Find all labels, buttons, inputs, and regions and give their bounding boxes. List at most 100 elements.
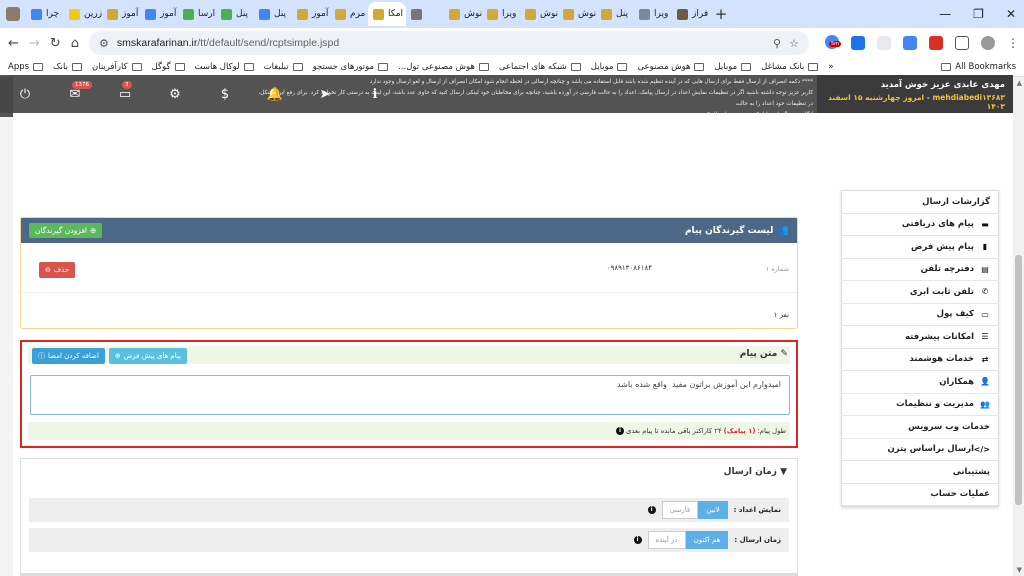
side-menu-item[interactable]: عملیات حساب	[842, 484, 998, 506]
puzzle-extensions-icon[interactable]	[954, 36, 969, 50]
browser-tab[interactable]: آموز	[102, 2, 140, 26]
more-bookmarks-icon[interactable]: «	[828, 62, 833, 72]
browser-tab[interactable]: پنل	[216, 2, 254, 26]
all-bookmarks-link[interactable]: All Bookmarks	[941, 62, 1016, 72]
new-tab-button[interactable]: +	[710, 5, 732, 23]
browser-tab[interactable]: ویرا	[482, 2, 520, 26]
bookmark-star-icon[interactable]: ☆	[789, 37, 799, 50]
side-menu-item[interactable]: ▮ پیام پیش فرض	[842, 236, 998, 259]
side-menu-item[interactable]: </> ارسال براساس پترن	[842, 439, 998, 461]
bookmark-item[interactable]: کارآفرینان	[92, 62, 142, 72]
browser-tab[interactable]: پنل	[254, 2, 292, 26]
extension-icon[interactable]	[928, 36, 943, 50]
bookmark-item[interactable]: گوگل	[152, 62, 185, 72]
close-window-icon[interactable]: ✕	[1006, 7, 1016, 21]
add-recipients-button[interactable]: ⊕ افزودن گیرندگان	[29, 223, 103, 238]
reload-icon[interactable]: ↻	[50, 36, 61, 51]
back-icon[interactable]: ←	[8, 36, 19, 51]
bookmark-item[interactable]: هوش مصنوعی	[637, 62, 705, 72]
message-textarea[interactable]	[30, 375, 790, 415]
profile-avatar-icon[interactable]	[980, 36, 995, 50]
side-menu-item[interactable]: ⇄ خدمات هوشمند	[842, 349, 998, 371]
side-menu-item[interactable]: ▬ پیام های دریافتی	[842, 214, 998, 236]
row-number: ۱ شماره	[765, 265, 789, 273]
settings-gear-icon[interactable]: ⚙	[150, 87, 200, 102]
extension-icon[interactable]	[850, 36, 865, 50]
side-menu-item[interactable]: 👥 مدیریت و تنظیمات	[842, 394, 998, 416]
cart-icon[interactable]: ▭ 3	[100, 80, 150, 102]
menu-kebab-icon[interactable]: ⋮	[1007, 36, 1019, 50]
minimize-icon[interactable]: —	[939, 7, 951, 21]
side-menu-label: کیف پول	[936, 309, 974, 320]
info-icon[interactable]: i	[633, 536, 642, 544]
browser-tab[interactable]: نوش	[520, 2, 558, 26]
browser-tab[interactable]: نوش	[558, 2, 596, 26]
bookmark-item[interactable]: بانک	[53, 62, 82, 72]
scrollbar-thumb[interactable]	[1015, 255, 1022, 505]
side-menu-item[interactable]: ☰ امکانات پیشرفته	[842, 326, 998, 349]
bookmark-item[interactable]: هوش مصنوعی تول...	[398, 62, 489, 72]
scroll-up-icon[interactable]: ▲	[1017, 79, 1022, 87]
bookmark-item[interactable]: لوکال هاست	[195, 62, 254, 72]
info-icon[interactable]: i	[647, 506, 656, 514]
side-menu-label: امکانات پیشرفته	[905, 331, 974, 342]
side-menu-item[interactable]: ▭ کیف پول	[842, 304, 998, 326]
toggle-option[interactable]: هم اکنون	[685, 531, 729, 549]
extension-5m-icon[interactable]: 5m	[824, 34, 842, 52]
side-menu-item[interactable]: خدمات وب سرویس	[842, 416, 998, 439]
address-bar[interactable]: ⚙ smskarafarinan.ir/tt/default/send/rcpt…	[88, 31, 809, 55]
toggle-option[interactable]: در آینده	[647, 531, 686, 549]
send-time-toggle: در آینده هم اکنون	[647, 531, 729, 549]
home-icon[interactable]: ⌂	[71, 36, 79, 51]
bookmark-item[interactable]: Apps	[8, 62, 44, 72]
browser-tab[interactable]: فراز	[672, 2, 710, 26]
maximize-icon[interactable]: ❐	[973, 7, 984, 21]
default-messages-button[interactable]: ⊕ پیام های پیش فرض	[108, 348, 187, 364]
add-signature-button[interactable]: ⓘ اضافه کردن امضا	[32, 348, 105, 364]
delete-button[interactable]: ⊖ حذف	[39, 262, 76, 278]
bookmark-item[interactable]: موبایل	[714, 62, 752, 72]
default-messages-label: پیام های پیش فرض	[123, 352, 181, 360]
bookmark-item[interactable]: بانک مشاغل	[761, 62, 819, 72]
bookmark-item[interactable]: شبکه های اجتماعی	[499, 62, 581, 72]
browser-tab[interactable]: زرین	[64, 2, 102, 26]
info-icon[interactable]: i	[616, 427, 624, 435]
plus-circle-icon: ⊕	[114, 352, 121, 360]
browser-tab[interactable]: آموز	[140, 2, 178, 26]
toggle-option[interactable]: لاتین	[698, 501, 728, 519]
side-menu-item[interactable]: گزارشات ارسال	[842, 191, 998, 214]
bookmark-item[interactable]: تبلیغات	[264, 62, 303, 72]
browser-tab[interactable]: چرا	[26, 2, 64, 26]
side-menu-item[interactable]: پشتیبانی	[842, 461, 998, 484]
recipient-row: ۱ شماره ۰۹۸۹۱۳۰۸۶۱۸۴ ⊖ حذف	[21, 253, 797, 293]
browser-tab[interactable]: ویرا	[634, 2, 672, 26]
browser-tab[interactable]	[406, 2, 444, 26]
bookmark-item[interactable]: موتورهای جستجو	[313, 62, 389, 72]
side-menu-item[interactable]: 👤 همکاران	[842, 371, 998, 394]
mail-icon[interactable]: ✉ 1376	[50, 80, 100, 102]
browser-tab[interactable]: مرم	[330, 2, 368, 26]
browser-tab[interactable]: امکا✕	[368, 2, 406, 26]
forward-icon[interactable]: →	[29, 36, 40, 51]
browser-tab[interactable]: ارسا	[178, 2, 216, 26]
site-info-icon[interactable]: ⚙	[99, 37, 109, 50]
zoom-icon[interactable]: ⚲	[773, 37, 781, 50]
page-scrollbar[interactable]: ▲ ▼	[1013, 77, 1024, 576]
translate-extension-icon[interactable]	[902, 36, 917, 50]
browser-tab[interactable]: آموز	[292, 2, 330, 26]
dollar-icon[interactable]: $	[200, 87, 250, 102]
side-menu-item[interactable]: ✆ تلفن ثابت ابری	[842, 281, 998, 304]
power-icon[interactable]: ⏻	[0, 87, 50, 102]
browser-tab[interactable]: نوش	[444, 2, 482, 26]
side-menu-label: خدمات هوشمند	[909, 354, 974, 365]
scroll-down-icon[interactable]: ▼	[1017, 566, 1022, 574]
folder-icon	[174, 63, 185, 71]
tab-search-icon[interactable]	[6, 7, 20, 21]
bookmark-item[interactable]: موبایل	[591, 62, 628, 72]
extension-icon[interactable]	[876, 36, 891, 50]
url-text[interactable]: smskarafarinan.ir/tt/default/send/rcptsi…	[117, 37, 765, 49]
inbox-icon: ▬	[981, 219, 989, 229]
side-menu-item[interactable]: ▤ دفترچه تلفن	[842, 259, 998, 281]
toggle-option[interactable]: فارسی	[661, 501, 699, 519]
browser-tab[interactable]: پنل	[596, 2, 634, 26]
